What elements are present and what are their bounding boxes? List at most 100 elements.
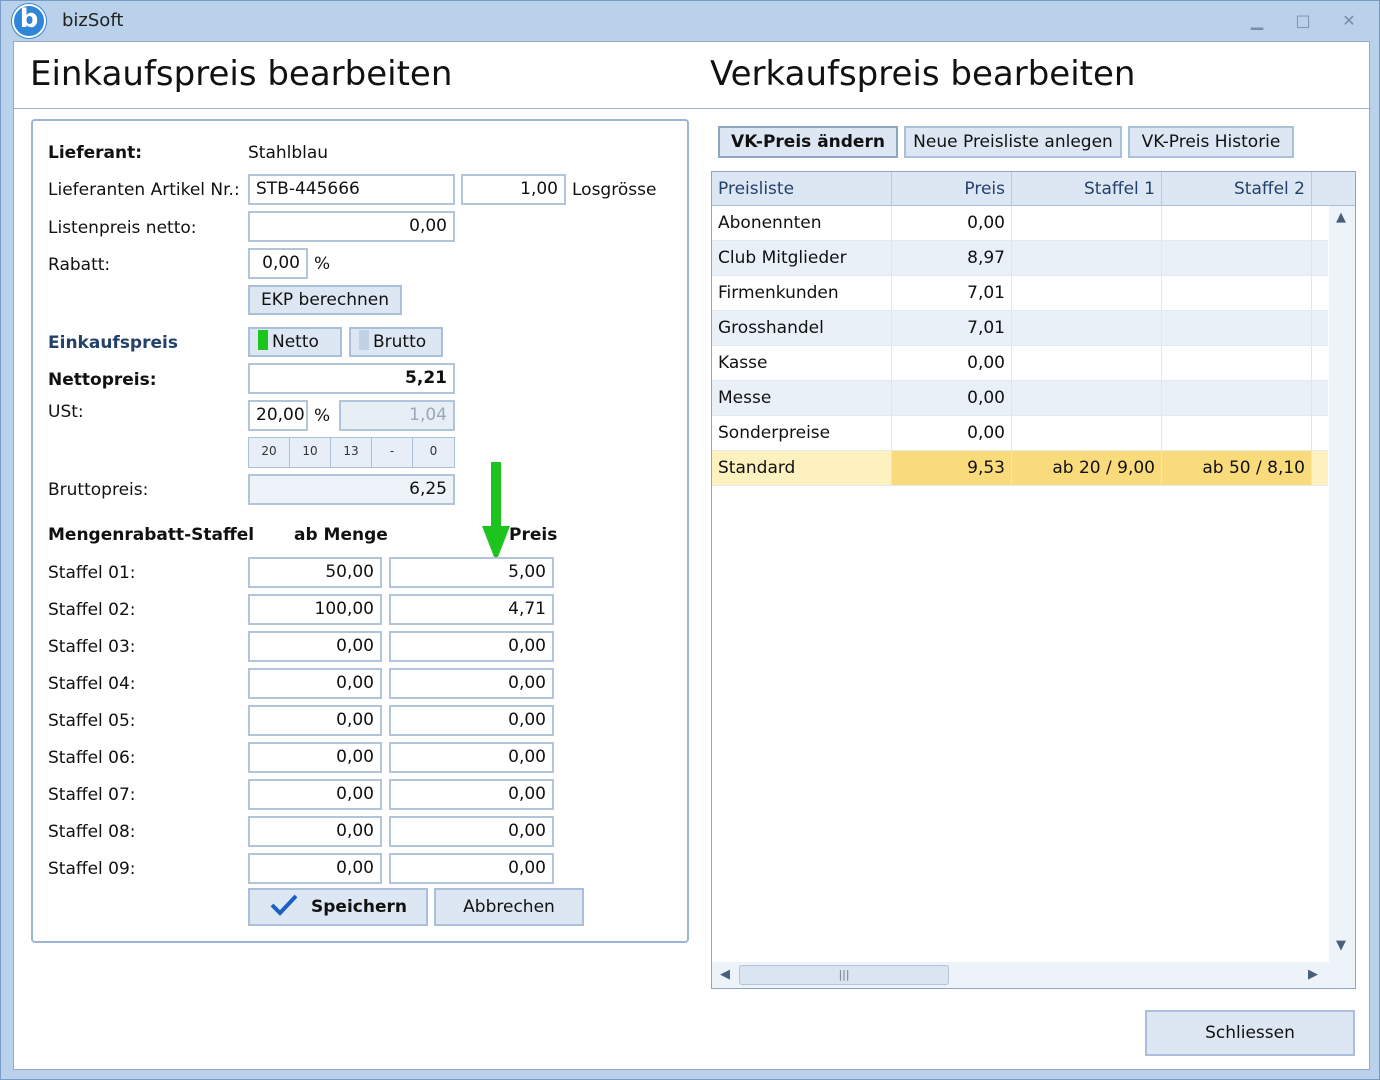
einkaufspreis-panel: Lieferant: Stahlblau Lieferanten Artikel… xyxy=(31,119,689,943)
rabatt-label: Rabatt: xyxy=(48,255,111,275)
ust-preset-bar: 20 10 13 - 0 xyxy=(248,437,455,468)
staffel-menge-input[interactable]: 50,00 xyxy=(248,557,382,588)
scroll-down-icon[interactable]: ▼ xyxy=(1336,938,1346,953)
cell-staffel-2: ab 50 / 8,10 xyxy=(1162,451,1312,485)
cell-preis: 7,01 xyxy=(892,276,1012,310)
maximize-icon[interactable]: □ xyxy=(1292,11,1314,31)
schliessen-button[interactable]: Schliessen xyxy=(1145,1010,1355,1056)
horizontal-scrollbar[interactable]: ◀ ||| ▶ xyxy=(712,962,1355,988)
cell-preisliste: Grosshandel xyxy=(712,311,892,345)
close-icon[interactable]: ✕ xyxy=(1338,11,1360,31)
horizontal-scroll-thumb[interactable]: ||| xyxy=(739,965,949,985)
table-row[interactable]: Sonderpreise 0,00 xyxy=(712,416,1328,451)
staffel-menge-input[interactable]: 0,00 xyxy=(248,853,382,884)
staffel-label: Staffel 01: xyxy=(48,563,136,583)
einkaufspreis-section-label: Einkaufspreis xyxy=(48,333,178,353)
cell-staffel-1 xyxy=(1012,416,1162,450)
ust-preset-20[interactable]: 20 xyxy=(249,438,290,467)
table-row[interactable]: Grosshandel 7,01 xyxy=(712,311,1328,346)
table-row[interactable]: Kasse 0,00 xyxy=(712,346,1328,381)
title-bar[interactable]: bizSoft ▁ □ ✕ xyxy=(1,1,1380,41)
staffel-preis-input[interactable]: 5,00 xyxy=(389,557,554,588)
window-title: bizSoft xyxy=(62,10,124,31)
cell-preisliste: Kasse xyxy=(712,346,892,380)
listenpreis-input[interactable]: 0,00 xyxy=(248,211,455,242)
staffel-menge-input[interactable]: 0,00 xyxy=(248,742,382,773)
cell-staffel-2 xyxy=(1162,206,1312,240)
nettopreis-label: Nettopreis: xyxy=(48,370,157,390)
checkmark-icon xyxy=(270,894,298,916)
staffel-preis-input[interactable]: 0,00 xyxy=(389,816,554,847)
bizsoft-logo-icon xyxy=(12,4,46,38)
scroll-right-icon[interactable]: ▶ xyxy=(1308,967,1318,982)
ust-preset-10[interactable]: 10 xyxy=(290,438,331,467)
cell-staffel-1 xyxy=(1012,276,1162,310)
staffel-menge-input[interactable]: 0,00 xyxy=(248,779,382,810)
staffel-preis-input[interactable]: 4,71 xyxy=(389,594,554,625)
staffel-preis-input[interactable]: 0,00 xyxy=(389,742,554,773)
rabatt-input[interactable]: 0,00 xyxy=(248,248,308,279)
cell-staffel-2 xyxy=(1162,416,1312,450)
cell-preis: 0,00 xyxy=(892,416,1012,450)
save-button-label: Speichern xyxy=(311,897,407,917)
staffel-preis-input[interactable]: 0,00 xyxy=(389,631,554,662)
staffel-menge-input[interactable]: 0,00 xyxy=(248,631,382,662)
verkaufspreis-title: Verkaufspreis bearbeiten xyxy=(710,54,1136,94)
cell-staffel-2 xyxy=(1162,311,1312,345)
staffel-preis-input[interactable]: 0,00 xyxy=(389,779,554,810)
staffel-menge-input[interactable]: 0,00 xyxy=(248,816,382,847)
ekp-berechnen-button[interactable]: EKP berechnen xyxy=(248,285,402,315)
artikel-nr-label: Lieferanten Artikel Nr.: xyxy=(48,180,240,200)
cell-preis: 0,00 xyxy=(892,206,1012,240)
staffel-preis-input[interactable]: 0,00 xyxy=(389,668,554,699)
vk-preis-aendern-button[interactable]: VK-Preis ändern xyxy=(718,126,898,158)
vertical-scrollbar[interactable]: ▲ ▼ xyxy=(1329,206,1355,962)
nettopreis-input[interactable]: 5,21 xyxy=(248,363,455,394)
staffel-label: Staffel 03: xyxy=(48,637,136,657)
staffel-preis-input[interactable]: 0,00 xyxy=(389,705,554,736)
ust-preset-13[interactable]: 13 xyxy=(331,438,372,467)
staffel-menge-input[interactable]: 0,00 xyxy=(248,668,382,699)
table-row[interactable]: Club Mitglieder 8,97 xyxy=(712,241,1328,276)
rabatt-percent: % xyxy=(314,254,331,274)
staffel-menge-input[interactable]: 0,00 xyxy=(248,705,382,736)
cell-staffel-1 xyxy=(1012,241,1162,275)
cell-preis: 0,00 xyxy=(892,381,1012,415)
losgroesse-input[interactable]: 1,00 xyxy=(461,174,566,205)
column-header-staffel-2[interactable]: Staffel 2 xyxy=(1162,172,1312,206)
scroll-up-icon[interactable]: ▲ xyxy=(1336,210,1346,225)
ust-preset-none[interactable]: - xyxy=(372,438,413,467)
bruttopreis-input[interactable]: 6,25 xyxy=(248,474,455,505)
column-header-preis[interactable]: Preis xyxy=(892,172,1012,206)
staffel-preis-input[interactable]: 0,00 xyxy=(389,853,554,884)
table-row-selected[interactable]: Standard 9,53 ab 20 / 9,00 ab 50 / 8,10 xyxy=(712,451,1328,486)
ust-preset-0[interactable]: 0 xyxy=(413,438,454,467)
vk-preis-historie-button[interactable]: VK-Preis Historie xyxy=(1128,126,1294,158)
column-header-preisliste[interactable]: Preisliste xyxy=(712,172,892,206)
cell-staffel-1 xyxy=(1012,311,1162,345)
dialog-client-area: Einkaufspreis bearbeiten Verkaufspreis b… xyxy=(13,41,1371,1070)
ust-percent-input[interactable]: 20,00 xyxy=(248,400,308,431)
ust-amount-field: 1,04 xyxy=(339,400,455,431)
cancel-button[interactable]: Abbrechen xyxy=(434,888,584,926)
cell-preisliste: Standard xyxy=(712,451,892,485)
column-header-staffel-1[interactable]: Staffel 1 xyxy=(1012,172,1162,206)
artikel-nr-input[interactable]: STB-445666 xyxy=(248,174,455,205)
cell-preisliste: Sonderpreise xyxy=(712,416,892,450)
netto-toggle[interactable]: Netto xyxy=(248,327,342,357)
brutto-toggle[interactable]: Brutto xyxy=(349,327,443,357)
save-button[interactable]: Speichern xyxy=(248,888,428,926)
staffel-menge-input[interactable]: 100,00 xyxy=(248,594,382,625)
staffel-label: Staffel 02: xyxy=(48,600,136,620)
calculation-direction-arrow-icon xyxy=(482,462,510,562)
minimize-icon[interactable]: ▁ xyxy=(1246,11,1268,31)
table-row[interactable]: Abonennten 0,00 xyxy=(712,206,1328,241)
staffel-label: Staffel 05: xyxy=(48,711,136,731)
cell-staffel-1 xyxy=(1012,206,1162,240)
table-row[interactable]: Messe 0,00 xyxy=(712,381,1328,416)
cell-preis: 9,53 xyxy=(892,451,1012,485)
scroll-left-icon[interactable]: ◀ xyxy=(720,967,730,982)
table-row[interactable]: Firmenkunden 7,01 xyxy=(712,276,1328,311)
cell-preis: 0,00 xyxy=(892,346,1012,380)
neue-preisliste-button[interactable]: Neue Preisliste anlegen xyxy=(904,126,1122,158)
